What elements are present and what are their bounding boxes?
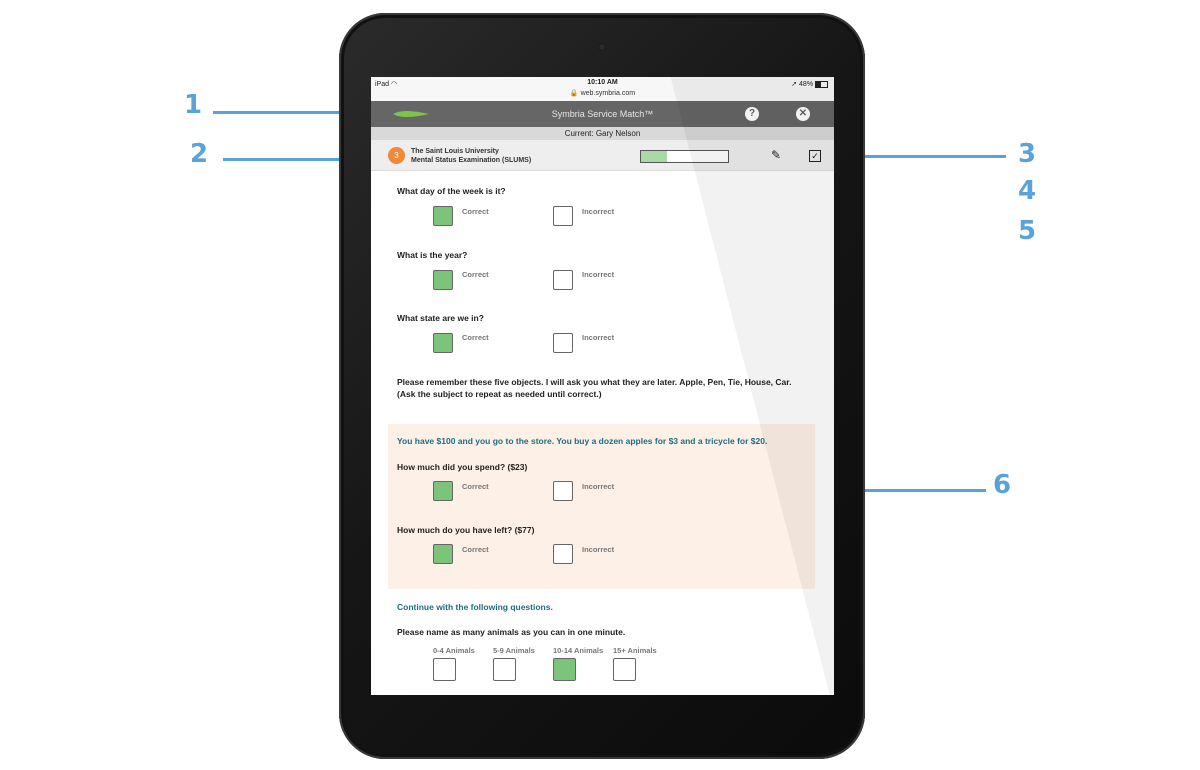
incorrect-label: Incorrect [582,482,615,491]
callout-1: 1 [184,90,203,120]
question-text: What state are we in? [397,313,484,323]
incorrect-label: Incorrect [582,207,615,216]
animals-5-9-checkbox[interactable] [493,658,516,681]
correct-label: Correct [462,482,489,491]
incorrect-checkbox[interactable] [553,481,573,501]
callout-5: 5 [1018,216,1037,246]
test-name-line2: Mental Status Examination (SLUMS) [411,157,532,164]
animals-15-plus-checkbox[interactable] [613,658,636,681]
correct-checkbox[interactable] [433,481,453,501]
incorrect-label: Incorrect [582,270,615,279]
continue-text: Continue with the following questions. [397,602,553,612]
progress-fill [641,151,668,162]
correct-checkbox[interactable] [433,206,453,226]
correct-label: Correct [462,545,489,554]
incorrect-checkbox[interactable] [553,333,573,353]
camera-icon [598,43,606,51]
correct-checkbox[interactable] [433,544,453,564]
incorrect-label: Incorrect [582,545,615,554]
callout-6: 6 [993,470,1012,500]
animals-option-label: 0-4 Animals [433,646,475,655]
test-number-badge: 3 [388,147,405,164]
callout-2: 2 [190,139,209,169]
correct-checkbox[interactable] [433,270,453,290]
test-name-line1: The Saint Louis University [411,148,499,155]
incorrect-checkbox[interactable] [553,206,573,226]
question-text: How much do you have left? ($77) [397,525,535,535]
correct-checkbox[interactable] [433,333,453,353]
callout-3: 3 [1018,139,1037,169]
remember-instructions: Please remember these five objects. I wi… [397,377,792,399]
correct-label: Correct [462,270,489,279]
question-text: How much did you spend? ($23) [397,462,528,472]
incorrect-checkbox[interactable] [553,270,573,290]
incorrect-label: Incorrect [582,333,615,342]
callout-4: 4 [1018,176,1037,206]
animals-option-label: 15+ Animals [613,646,657,655]
correct-label: Correct [462,207,489,216]
test-name: The Saint Louis University Mental Status… [411,147,531,165]
question-text: What is the year? [397,250,468,260]
animals-10-14-checkbox[interactable] [553,658,576,681]
incorrect-checkbox[interactable] [553,544,573,564]
correct-label: Correct [462,333,489,342]
store-intro: You have $100 and you go to the store. Y… [397,436,768,446]
animals-option-label: 5-9 Animals [493,646,535,655]
animals-question: Please name as many animals as you can i… [397,627,626,637]
url-text: web.symbria.com [580,90,636,97]
question-text: What day of the week is it? [397,186,506,196]
animals-0-4-checkbox[interactable] [433,658,456,681]
store-section [388,424,815,589]
animals-option-label: 10-14 Animals [553,646,604,655]
callout-line-3 [842,155,1006,158]
ipad-screen: iPad ◠ 10:10 AM 🔒 web.symbria.com ➚ 48% … [371,77,834,695]
